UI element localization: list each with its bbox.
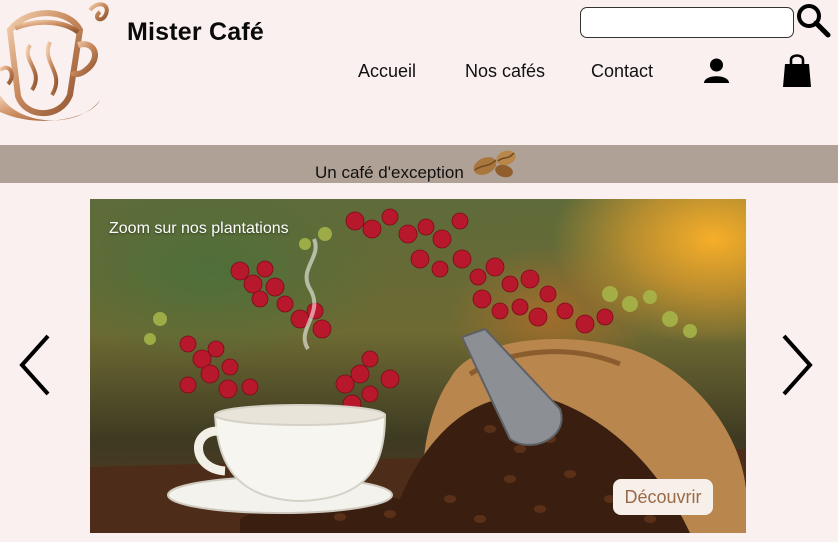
slide-caption: Zoom sur nos plantations xyxy=(109,220,289,237)
site-header: Mister Café Accueil Nos cafés Contact xyxy=(0,0,838,145)
nav-link-accueil[interactable]: Accueil xyxy=(358,61,416,82)
discover-button[interactable]: Découvrir xyxy=(613,479,713,515)
nav-link-nos-cafes[interactable]: Nos cafés xyxy=(465,61,545,82)
tagline-text: Un café d'exception xyxy=(315,163,464,182)
chevron-left-icon[interactable] xyxy=(18,332,52,398)
search-icon[interactable] xyxy=(795,2,831,38)
search-input[interactable] xyxy=(580,7,794,38)
chevron-right-icon[interactable] xyxy=(780,332,814,398)
coffee-beans-icon xyxy=(473,150,516,178)
coffee-cup-logo[interactable] xyxy=(0,0,126,130)
brand-name[interactable]: Mister Café xyxy=(127,18,264,47)
hero-carousel[interactable]: Zoom sur nos plantations Découvrir xyxy=(90,199,746,533)
green-coffee-cherries xyxy=(144,227,697,345)
user-icon[interactable] xyxy=(703,57,730,84)
shopping-bag-icon[interactable] xyxy=(782,52,812,88)
nav-link-contact[interactable]: Contact xyxy=(591,61,653,82)
